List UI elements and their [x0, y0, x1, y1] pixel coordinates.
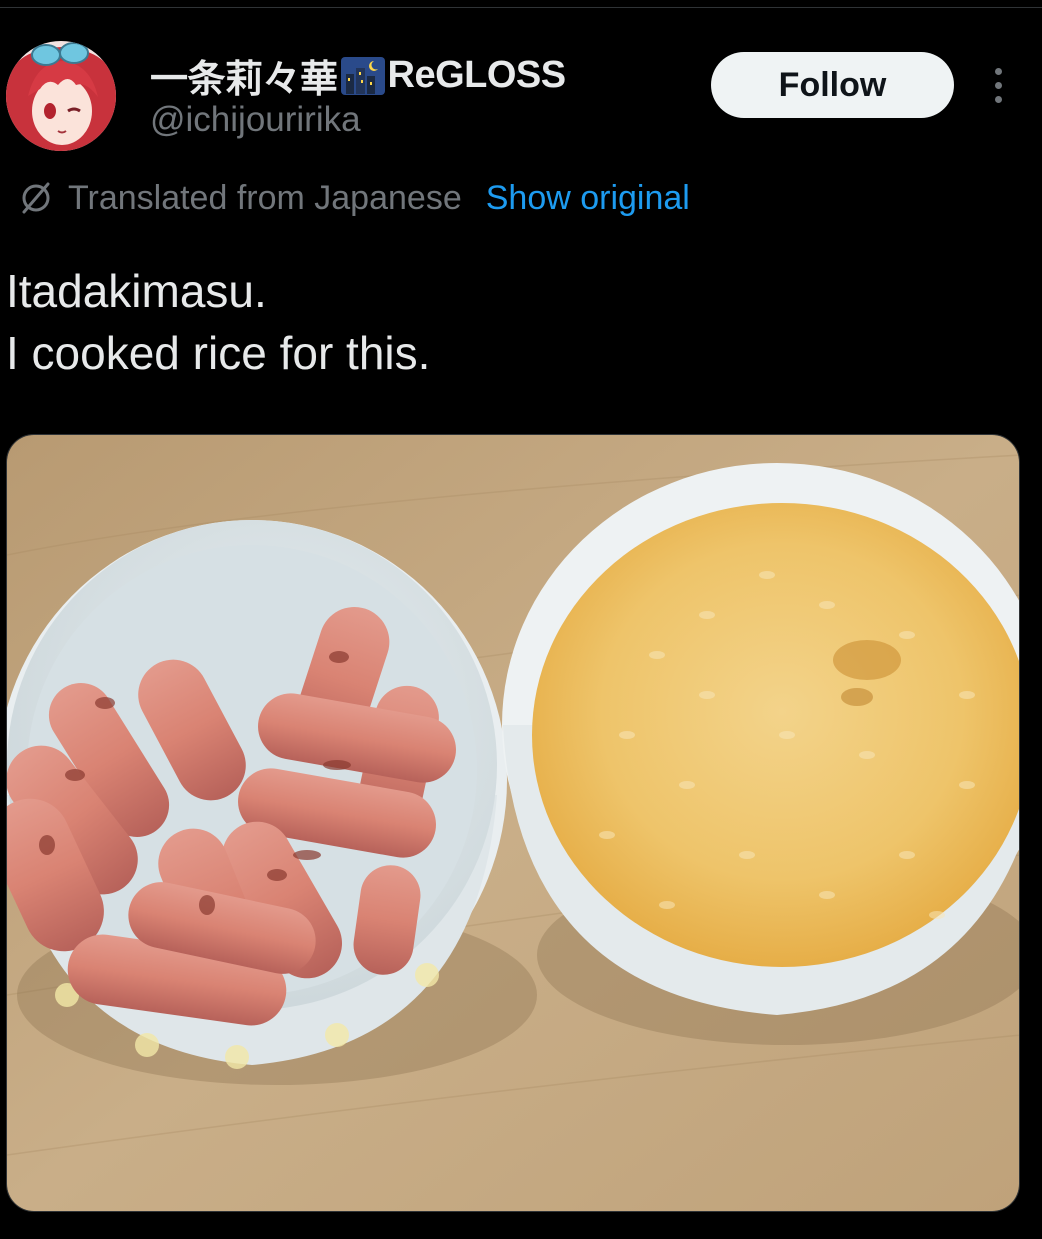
display-name-suffix: ReGLOSS — [387, 54, 567, 96]
avatar[interactable] — [6, 41, 116, 151]
translated-label: Translated from Japanese — [68, 178, 462, 217]
translate-icon — [18, 180, 54, 216]
user-handle[interactable]: @ichijouririka — [150, 100, 361, 140]
tweet-photo[interactable] — [6, 434, 1020, 1212]
night-city-emoji-icon — [340, 56, 386, 96]
more-options-icon[interactable] — [978, 62, 1018, 108]
tweet-text: Itadakimasu. I cooked rice for this. — [6, 260, 430, 384]
more-dot — [994, 81, 1002, 89]
top-divider — [0, 7, 1042, 8]
more-dot — [994, 67, 1002, 75]
follow-button[interactable]: Follow — [711, 52, 954, 118]
tweet-text-line: Itadakimasu. — [6, 265, 267, 317]
tweet-text-line: I cooked rice for this. — [6, 327, 431, 379]
translation-bar: Translated from Japanese Show original — [18, 176, 690, 220]
show-original-link[interactable]: Show original — [486, 179, 690, 218]
display-name[interactable]: 一条莉々華 ReGLOSS — [150, 48, 566, 103]
display-name-text: 一条莉々華 — [150, 59, 338, 101]
more-dot — [994, 95, 1002, 103]
